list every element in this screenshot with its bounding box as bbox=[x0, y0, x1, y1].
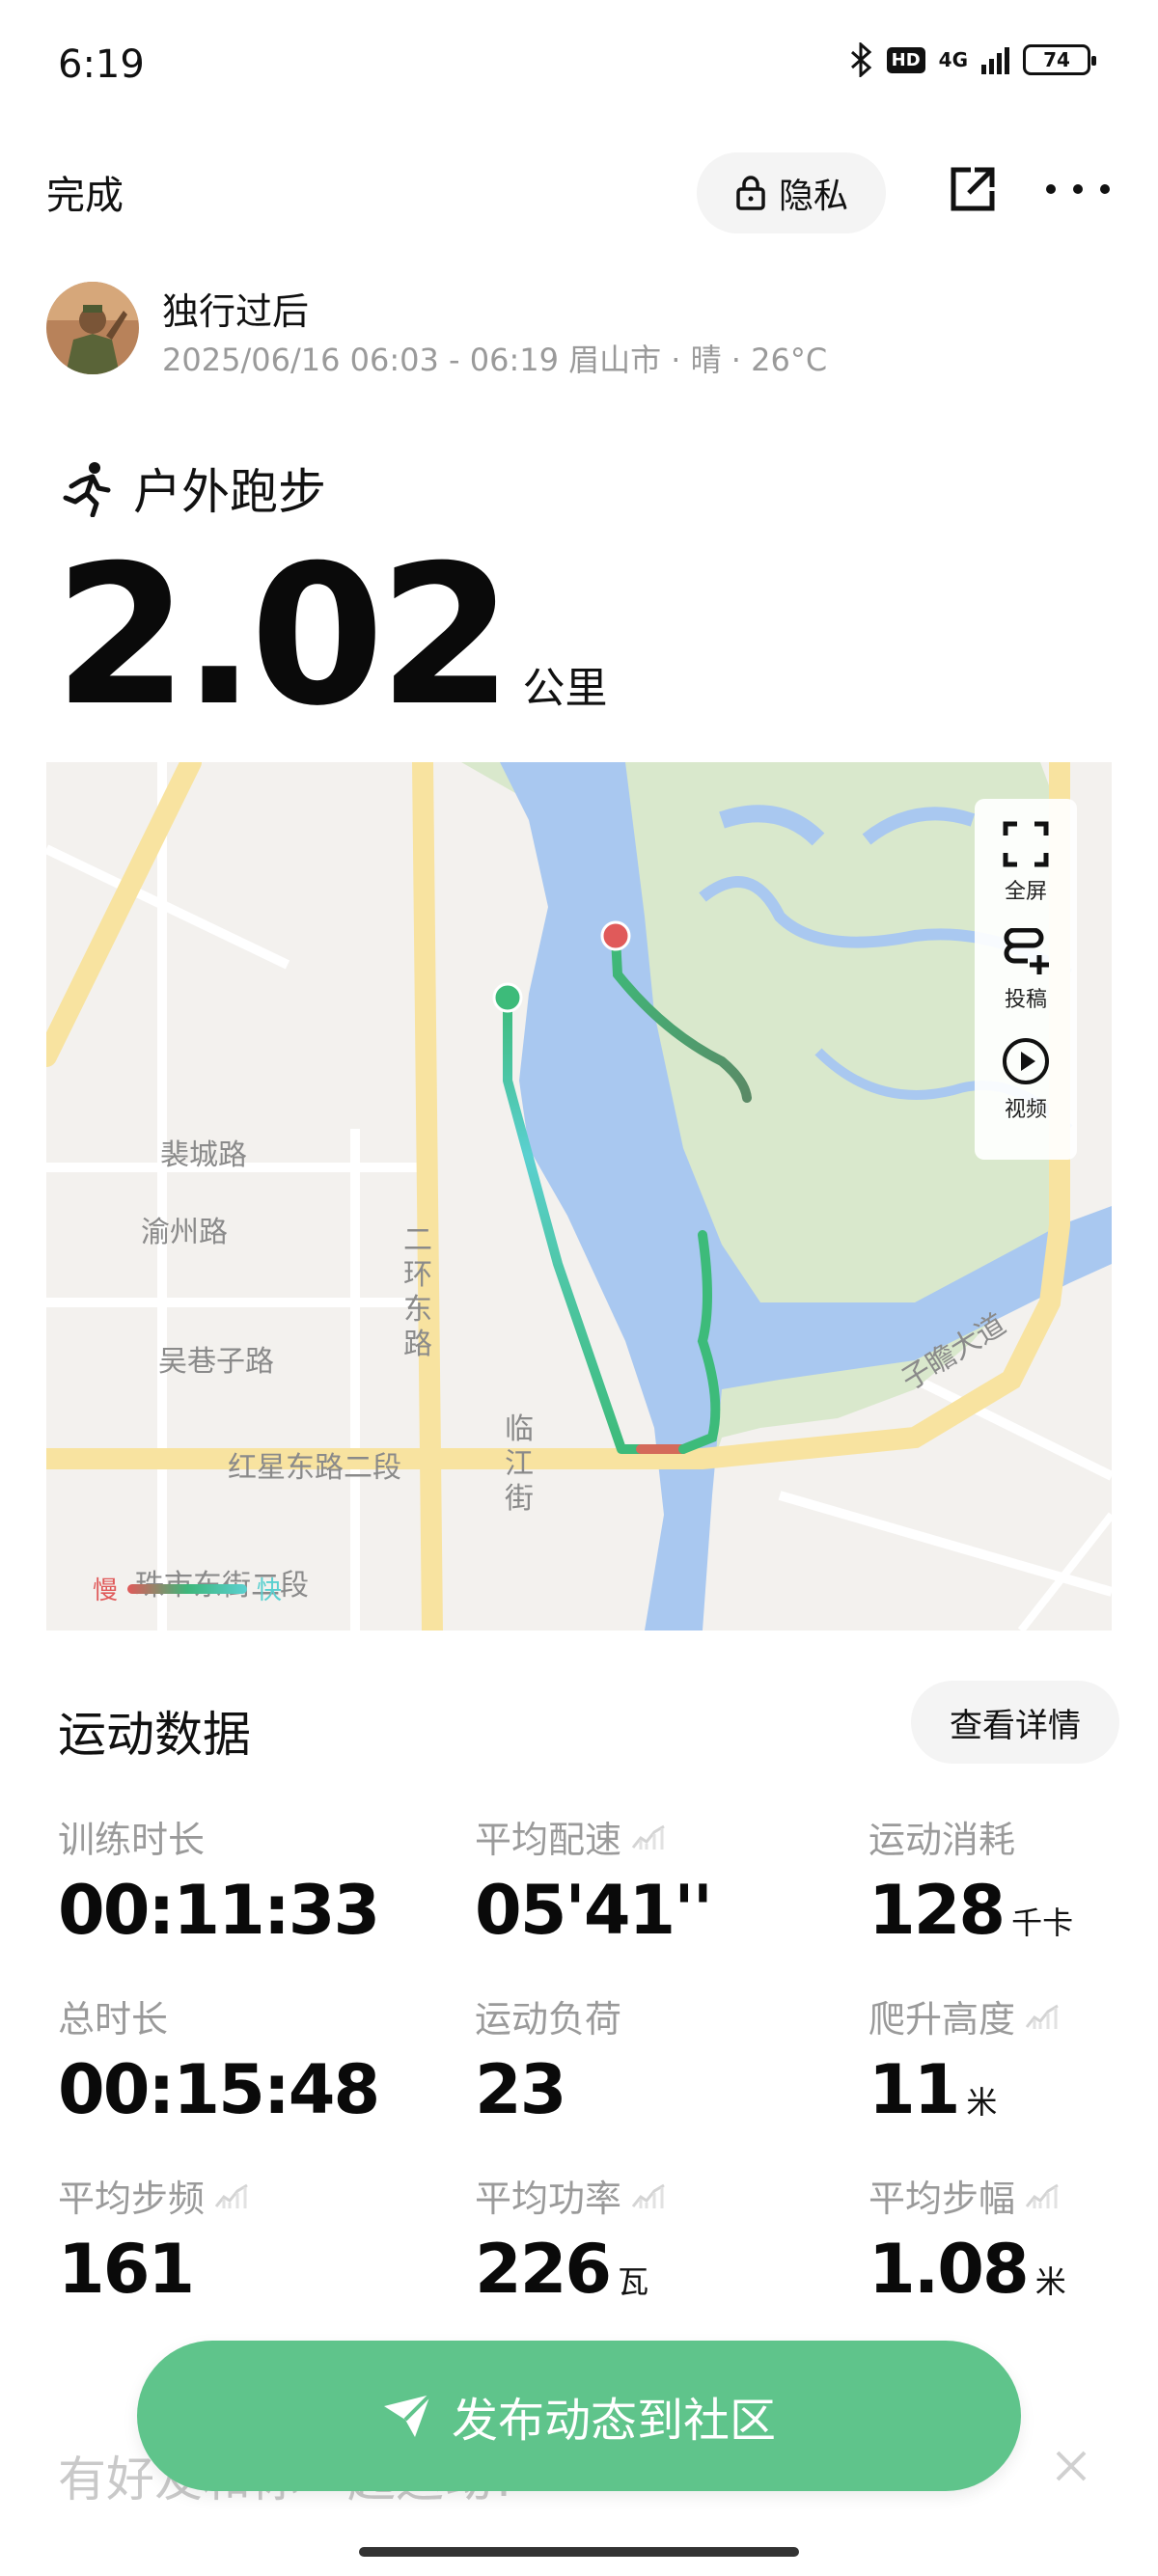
map-label-hongxing: 红星东路二段 bbox=[228, 1451, 401, 1485]
post-button[interactable]: 投稿 bbox=[1001, 928, 1051, 1013]
network-badge: 4G bbox=[938, 48, 968, 71]
stat-label: 运动负荷 bbox=[475, 1998, 622, 2041]
publish-label: 发布动态到社区 bbox=[451, 2394, 776, 2448]
fullscreen-button[interactable]: 全屏 bbox=[1002, 820, 1050, 905]
map-label-linjiang: 临江街 bbox=[505, 1412, 534, 1516]
map-label-erhuan: 二环东路 bbox=[403, 1223, 432, 1361]
stat-elevation-gain[interactable]: 爬升高度 11 米 bbox=[868, 1989, 1158, 2153]
stat-avg-stride[interactable]: 平均步幅 1.08 米 bbox=[868, 2169, 1158, 2333]
stat-unit: 千卡 bbox=[1011, 1905, 1074, 1941]
stat-unit: 瓦 bbox=[618, 2263, 649, 2300]
trend-chart-icon bbox=[631, 2183, 665, 2208]
route-post-icon bbox=[1004, 928, 1049, 974]
map-tools: 全屏 投稿 视频 bbox=[975, 799, 1077, 1160]
distance-value: 2.02 bbox=[54, 524, 512, 749]
stat-label: 平均步频 bbox=[58, 2178, 206, 2220]
legend-fast: 快 bbox=[257, 1576, 283, 1605]
map-label-peicheng: 裴城路 bbox=[160, 1138, 247, 1172]
stat-value: 1.08 bbox=[868, 2230, 1030, 2309]
legend-gradient bbox=[127, 1583, 248, 1594]
stat-training-load: 运动负荷 23 bbox=[475, 1989, 822, 2153]
status-time: 6:19 bbox=[58, 42, 145, 87]
video-label: 视频 bbox=[1004, 1098, 1047, 1122]
stat-unit: 米 bbox=[966, 2084, 998, 2121]
stat-avg-pace[interactable]: 平均配速 05'41'' bbox=[475, 1810, 822, 1974]
sport-type-label: 户外跑步 bbox=[133, 464, 326, 520]
stat-label: 爬升高度 bbox=[868, 1998, 1016, 2041]
fullscreen-icon bbox=[1003, 821, 1049, 867]
stat-total-duration: 总时长 00:15:48 bbox=[58, 1989, 405, 2153]
stat-unit: 米 bbox=[1034, 2263, 1066, 2300]
lock-icon bbox=[736, 176, 765, 210]
privacy-label: 隐私 bbox=[778, 177, 848, 216]
share-icon[interactable] bbox=[946, 162, 1000, 216]
distance-unit: 公里 bbox=[522, 664, 608, 713]
route-map[interactable]: 裴城路 渝州路 吴巷子路 二环东路 红星东路二段 临江街 珠市东街二段 子瞻大道… bbox=[46, 762, 1112, 1631]
video-button[interactable]: 视频 bbox=[1001, 1036, 1051, 1123]
stat-label: 平均步幅 bbox=[868, 2178, 1016, 2220]
stat-value: 11 bbox=[868, 2050, 960, 2129]
stat-label: 总时长 bbox=[58, 1998, 169, 2041]
map-label-wuxiangzi: 吴巷子路 bbox=[158, 1345, 274, 1379]
stat-avg-power[interactable]: 平均功率 226 瓦 bbox=[475, 2169, 822, 2333]
battery-level: 74 bbox=[1043, 48, 1070, 71]
stats-title: 运动数据 bbox=[58, 1707, 251, 1763]
trend-chart-icon bbox=[1025, 2183, 1059, 2208]
distance: 2.02 公里 bbox=[54, 540, 607, 733]
top-bar: 完成 隐私 bbox=[0, 145, 1158, 241]
status-icons: HD 4G 74 bbox=[848, 42, 1096, 77]
close-icon[interactable] bbox=[1052, 2447, 1090, 2485]
send-icon bbox=[383, 2393, 432, 2437]
stat-label: 运动消耗 bbox=[868, 1819, 1016, 1861]
stat-label: 训练时长 bbox=[58, 1819, 206, 1861]
publish-to-community-button[interactable]: 发布动态到社区 bbox=[137, 2341, 1021, 2491]
workout-meta: 2025/06/16 06:03 - 06:19 眉山市 · 晴 · 26°C bbox=[162, 342, 828, 378]
stat-avg-cadence[interactable]: 平均步频 161 bbox=[58, 2169, 405, 2333]
sport-type: 户外跑步 bbox=[58, 453, 326, 523]
stat-label: 平均配速 bbox=[475, 1819, 622, 1861]
stat-value: 00:15:48 bbox=[58, 2050, 380, 2129]
stat-label: 平均功率 bbox=[475, 2178, 622, 2220]
avatar[interactable] bbox=[46, 282, 139, 374]
signal-icon bbox=[981, 45, 1009, 74]
stat-training-duration: 训练时长 00:11:33 bbox=[58, 1810, 405, 1974]
view-details-button[interactable]: 查看详情 bbox=[911, 1681, 1119, 1764]
stat-value: 05'41'' bbox=[475, 1871, 713, 1950]
hd-badge: HD bbox=[886, 46, 925, 73]
done-button[interactable]: 完成 bbox=[46, 164, 124, 220]
map-label-yuzhou: 渝州路 bbox=[141, 1216, 228, 1249]
user-info: 独行过后 2025/06/16 06:03 - 06:19 眉山市 · 晴 · … bbox=[46, 278, 1117, 384]
trend-chart-icon bbox=[1025, 2004, 1059, 2029]
legend-slow: 慢 bbox=[93, 1576, 119, 1605]
trend-chart-icon bbox=[214, 2183, 248, 2208]
map-canvas bbox=[46, 762, 1112, 1631]
stat-value: 128 bbox=[868, 1871, 1006, 1950]
stat-value: 23 bbox=[475, 2050, 566, 2129]
stat-value: 00:11:33 bbox=[58, 1871, 380, 1950]
status-bar: 6:19 HD 4G 74 bbox=[0, 0, 1158, 135]
play-icon bbox=[1003, 1038, 1049, 1084]
stat-calories: 运动消耗 128 千卡 bbox=[868, 1810, 1158, 1974]
battery-icon: 74 bbox=[1023, 44, 1096, 75]
home-indicator[interactable] bbox=[359, 2547, 799, 2557]
more-options-button[interactable] bbox=[1046, 162, 1110, 216]
user-name: 独行过后 bbox=[162, 290, 310, 333]
stat-value: 226 bbox=[475, 2230, 612, 2309]
pace-legend: 慢 快 bbox=[93, 1571, 282, 1606]
running-icon bbox=[63, 462, 111, 517]
stats-header: 运动数据 查看详情 bbox=[58, 1681, 1119, 1768]
stat-value: 161 bbox=[58, 2230, 195, 2309]
post-label: 投稿 bbox=[1004, 988, 1047, 1012]
trend-chart-icon bbox=[631, 1824, 665, 1850]
fullscreen-label: 全屏 bbox=[1004, 880, 1047, 904]
privacy-button[interactable]: 隐私 bbox=[697, 152, 886, 233]
bluetooth-icon bbox=[850, 42, 871, 77]
